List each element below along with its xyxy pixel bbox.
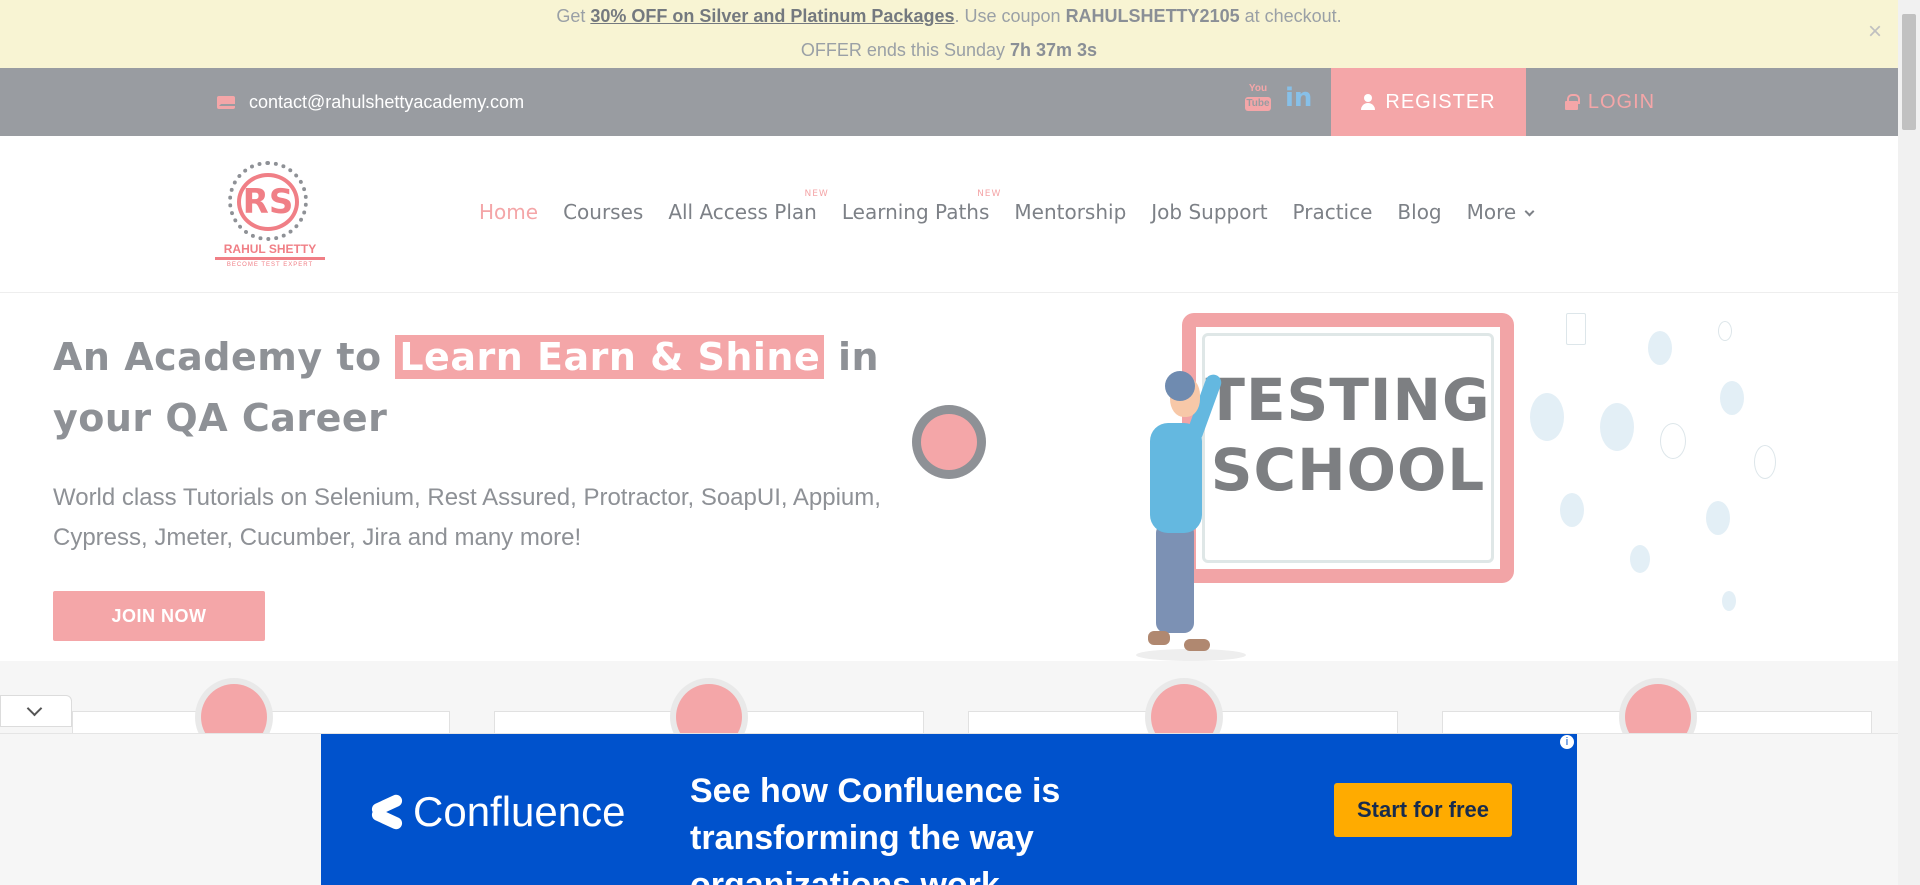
nav-item-label: Learning Paths: [841, 200, 990, 224]
features-strip: [0, 661, 1898, 756]
contact-email-text: contact@rahulshettyacademy.com: [249, 92, 525, 112]
linkedin-icon[interactable]: in: [1285, 83, 1312, 113]
chevron-down-icon: [1524, 206, 1535, 217]
decor-bubble: [1560, 493, 1584, 527]
whiteboard-text: TESTING SCHOOL: [1196, 365, 1500, 505]
nav-item-label: All Access Plan: [668, 200, 817, 224]
scrollbar-thumb[interactable]: [1902, 14, 1916, 130]
nav-item-label: Blog: [1397, 200, 1442, 224]
decor-bubble: [1600, 403, 1634, 451]
whiteboard-line-1: TESTING: [1205, 366, 1491, 434]
decor-bubble: [1720, 381, 1744, 415]
nav-item-home[interactable]: Home: [479, 200, 538, 224]
nav-item-more[interactable]: More: [1466, 200, 1535, 224]
hero-section: An Academy to Learn Earn & Shine in your…: [0, 293, 1898, 661]
collapse-ad-button[interactable]: [0, 695, 72, 727]
hero-title-pre: An Academy to: [53, 335, 382, 379]
site-logo[interactable]: RS RAHUL SHETTY BECOME TEST EXPERT: [215, 161, 325, 271]
nav-item-label: Practice: [1292, 200, 1373, 224]
person-shoe: [1184, 639, 1210, 651]
logo-name: RAHUL SHETTY: [215, 242, 325, 260]
hero-title: An Academy to Learn Earn & Shine in your…: [53, 327, 933, 449]
register-label: REGISTER: [1385, 90, 1496, 113]
contact-email[interactable]: contact@rahulshettyacademy.com: [217, 92, 524, 113]
whiteboard-line-2: SCHOOL: [1210, 436, 1486, 504]
nav-item-all-access-plan[interactable]: All Access Plan NEW: [668, 189, 828, 224]
nav-item-label: Job Support: [1151, 200, 1268, 224]
ad-brand-name: Confluence: [413, 788, 626, 835]
person-shoe: [1148, 631, 1170, 645]
promo-at-checkout: at checkout.: [1244, 6, 1342, 26]
confluence-ad[interactable]: Confluence See how Confluence is transfo…: [321, 734, 1577, 885]
nav-item-mentorship[interactable]: Mentorship: [1014, 200, 1126, 224]
new-badge: NEW: [977, 189, 1002, 199]
promo-offer-link[interactable]: 30% OFF on Silver and Platinum Packages: [590, 6, 954, 26]
ad-container: Confluence See how Confluence is transfo…: [0, 733, 1898, 885]
ad-brand: Confluence: [371, 788, 625, 836]
new-badge: NEW: [804, 189, 829, 199]
chevron-down-icon: [26, 700, 43, 717]
envelope-icon: [217, 96, 235, 109]
login-button[interactable]: LOGIN: [1540, 68, 1680, 136]
decor-bubble-outline: [1660, 423, 1686, 459]
confluence-logo-icon: [371, 796, 403, 828]
decor-bubble-outline: [1566, 313, 1586, 345]
nav-item-job-support[interactable]: Job Support: [1151, 200, 1267, 224]
person-legs: [1156, 523, 1194, 633]
ad-message: See how Confluence is transforming the w…: [690, 772, 1061, 885]
lock-icon: [1564, 94, 1580, 110]
promo-ends: OFFER ends this Sunday: [800, 40, 1005, 60]
decor-bubble: [1630, 545, 1650, 573]
nav-item-learning-paths[interactable]: Learning Paths NEW: [841, 189, 1001, 224]
main-nav: Home Courses All Access Plan NEW Learning…: [479, 189, 1535, 224]
login-label: LOGIN: [1587, 90, 1656, 113]
nav-item-label: Mentorship: [1014, 200, 1127, 224]
youtube-icon-text: You: [1248, 83, 1268, 94]
testing-school-illustration: TESTING SCHOOL: [1120, 313, 1800, 663]
promo-get: Get: [556, 6, 586, 26]
register-button[interactable]: REGISTER: [1331, 68, 1526, 136]
decor-bubble: [1530, 393, 1564, 441]
hero-subtitle: World class Tutorials on Selenium, Rest …: [53, 484, 881, 551]
page-scrollbar[interactable]: [1898, 0, 1920, 885]
join-now-button[interactable]: JOIN NOW: [53, 591, 265, 641]
nav-item-label: Courses: [563, 200, 644, 224]
hero-title-highlight: Learn Earn & Shine: [395, 335, 825, 379]
promo-countdown: 7h 37m 3s: [1010, 40, 1098, 60]
decor-bubble-outline: [1754, 445, 1776, 479]
close-icon[interactable]: ×: [1868, 18, 1882, 46]
whiteboard: TESTING SCHOOL: [1182, 313, 1514, 583]
decor-bubble: [1648, 331, 1672, 365]
nav-item-courses[interactable]: Courses: [563, 200, 643, 224]
page: Get 30% OFF on Silver and Platinum Packa…: [0, 0, 1920, 885]
decor-bubble: [1722, 591, 1736, 611]
promo-line-2: OFFER ends this Sunday 7h 37m 3s: [0, 40, 1898, 61]
youtube-icon-box: Tube: [1245, 97, 1271, 111]
promo-coupon-code: RAHULSHETTY2105: [1065, 6, 1240, 26]
promo-banner: Get 30% OFF on Silver and Platinum Packa…: [0, 0, 1898, 68]
promo-use-coupon: . Use coupon: [954, 6, 1061, 26]
ad-start-free-button[interactable]: Start for free: [1334, 783, 1512, 837]
nav-item-blog[interactable]: Blog: [1397, 200, 1441, 224]
decor-bubble: [1706, 501, 1730, 535]
decor-bubble-outline: [1718, 321, 1732, 341]
top-contact-bar: contact@rahulshettyacademy.com You Tube …: [0, 68, 1898, 136]
nav-item-practice[interactable]: Practice: [1293, 200, 1373, 224]
person-hair: [1165, 371, 1195, 401]
social-links: You Tube in: [1245, 83, 1312, 113]
logo-mark: RS: [237, 173, 299, 231]
loading-spinner-icon: [912, 405, 986, 479]
site-header: RS RAHUL SHETTY BECOME TEST EXPERT Home …: [0, 136, 1898, 293]
ad-info-icon[interactable]: i: [1559, 734, 1575, 750]
nav-item-label: More: [1466, 200, 1517, 224]
promo-line-1: Get 30% OFF on Silver and Platinum Packa…: [0, 6, 1898, 27]
user-icon: [1361, 94, 1376, 110]
youtube-icon[interactable]: You Tube: [1245, 83, 1271, 113]
nav-item-label: Home: [479, 200, 539, 224]
logo-tagline: BECOME TEST EXPERT: [226, 262, 314, 268]
